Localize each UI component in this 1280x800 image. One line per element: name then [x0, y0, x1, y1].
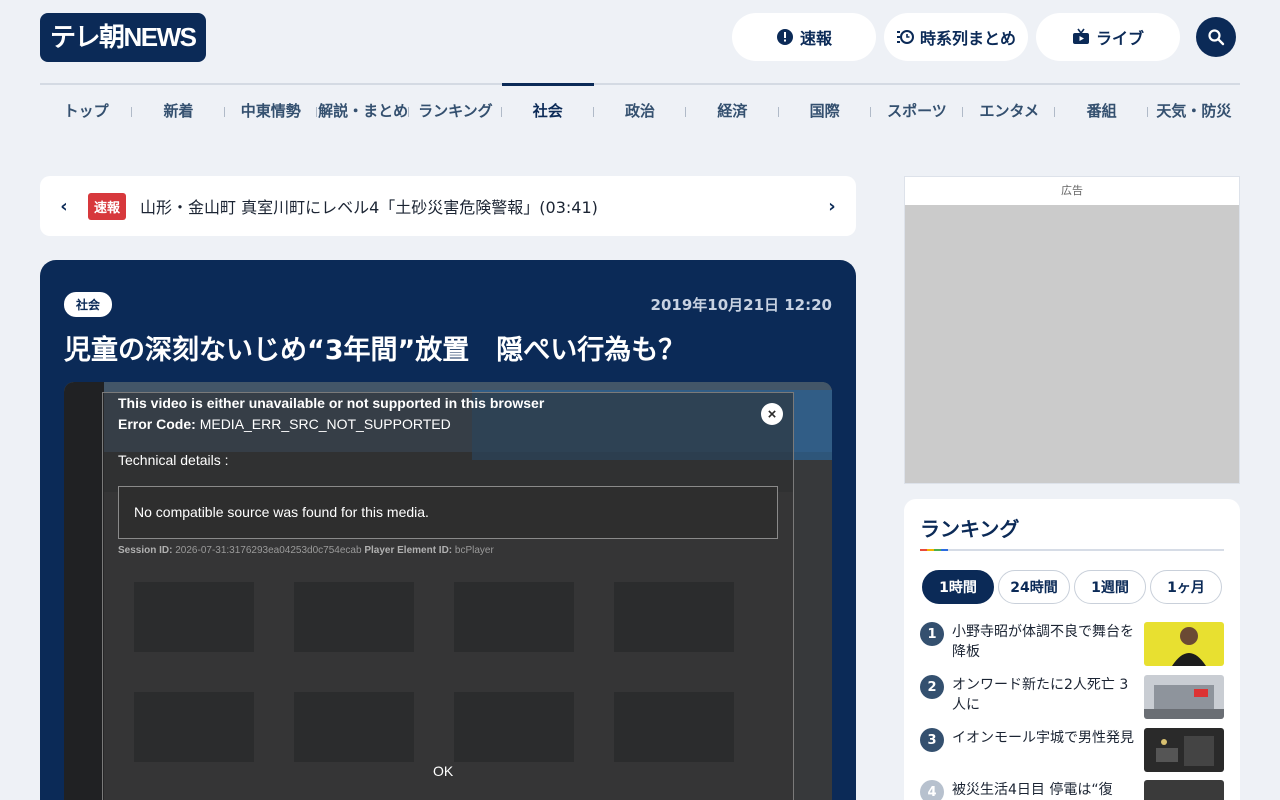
ticker-prev-button[interactable]: ‹: [40, 176, 88, 236]
session-id-label: Session ID:: [118, 545, 173, 556]
error-code-label: Error Code:: [118, 416, 196, 432]
error-message-box: No compatible source was found for this …: [118, 486, 778, 539]
technical-details-label: Technical details :: [118, 452, 229, 468]
alert-circle-icon: [776, 28, 794, 46]
video-error-dialog: This video is either unavailable or not …: [102, 392, 794, 800]
search-icon: [1208, 29, 1225, 46]
close-icon[interactable]: ×: [761, 403, 783, 425]
ranking-panel: ランキング 1時間 24時間 1週間 1ヶ月 1 小野寺昭が体調不良で舞台を降板…: [904, 499, 1240, 800]
breaking-news-label: 速報: [799, 29, 832, 48]
nav-item-explainers[interactable]: 解説・まとめ: [317, 85, 410, 135]
ranking-headline[interactable]: 小野寺昭が体調不良で舞台を降板: [952, 622, 1136, 662]
nav-item-international[interactable]: 国際: [779, 85, 872, 135]
error-message: No compatible source was found for this …: [134, 504, 429, 520]
site-logo[interactable]: テレ朝NEWS: [40, 13, 206, 62]
ranking-tab-1m[interactable]: 1ヶ月: [1150, 570, 1222, 604]
ranking-headline[interactable]: オンワード新たに2人死亡 3人に: [952, 675, 1136, 715]
ranking-thumbnail[interactable]: [1144, 622, 1224, 666]
ranking-headline[interactable]: イオンモール宇城で男性発見: [952, 728, 1136, 748]
player-id-label: Player Element ID:: [364, 545, 453, 556]
live-label: ライブ: [1095, 29, 1144, 48]
ranking-item[interactable]: 1 小野寺昭が体調不良で舞台を降板: [920, 622, 1224, 668]
ad-label: 広告: [1061, 184, 1083, 197]
nav-item-entertainment[interactable]: エンタメ: [963, 85, 1056, 135]
article-date: 2019年10月21日 12:20: [650, 296, 832, 314]
timeline-button[interactable]: 時系列まとめ: [884, 13, 1028, 61]
nav-item-weather[interactable]: 天気・防災: [1148, 85, 1240, 135]
category-badge[interactable]: 社会: [64, 292, 113, 317]
ranking-tab-1w[interactable]: 1週間: [1074, 570, 1146, 604]
nav-item-middle-east[interactable]: 中東情勢: [225, 85, 318, 135]
video-player[interactable]: This video is either unavailable or not …: [64, 382, 832, 800]
ranking-tab-24h[interactable]: 24時間: [998, 570, 1070, 604]
search-button[interactable]: [1196, 17, 1236, 57]
ranking-thumbnail[interactable]: [1144, 675, 1224, 719]
session-info: Session ID: 2026-07-31:3176293ea04253d0c…: [118, 545, 494, 556]
live-button[interactable]: ライブ: [1036, 13, 1180, 61]
tv-live-icon: [1072, 28, 1090, 46]
main-nav: トップ 新着 中東情勢 解説・まとめ ランキング 社会 政治 経済 国際 スポー…: [40, 83, 1240, 135]
ranking-thumbnail[interactable]: [1144, 780, 1224, 800]
nav-item-economy[interactable]: 経済: [686, 85, 779, 135]
ranking-item[interactable]: 3 イオンモール宇城で男性発見: [920, 728, 1224, 774]
ranking-divider-accent: [920, 549, 948, 551]
ranking-title: ランキング: [920, 517, 1020, 541]
article-title: 児童の深刻ないじめ“3年間”放置 隠ぺい行為も？: [64, 335, 686, 366]
nav-item-politics[interactable]: 政治: [594, 85, 687, 135]
nav-item-society[interactable]: 社会: [501, 83, 595, 135]
ad-placeholder[interactable]: [905, 205, 1239, 483]
timeline-icon: [896, 28, 914, 46]
breaking-headline[interactable]: 山形・金山町 真室川町にレベル4「土砂災害危険警報」(03:41): [140, 194, 808, 218]
nav-item-programs[interactable]: 番組: [1055, 85, 1149, 135]
ranking-thumbnail[interactable]: [1144, 728, 1224, 772]
error-code-value: MEDIA_ERR_SRC_NOT_SUPPORTED: [199, 416, 451, 432]
error-code: Error Code: MEDIA_ERR_SRC_NOT_SUPPORTED: [118, 416, 451, 432]
ranking-number: 4: [920, 780, 944, 800]
ticker-next-button[interactable]: ›: [808, 176, 856, 236]
ranking-item[interactable]: 4 被災生活4日目 停電は“復: [920, 780, 1224, 800]
ranking-number: 3: [920, 728, 944, 752]
nav-item-new[interactable]: 新着: [132, 85, 225, 135]
breaking-news-button[interactable]: 速報: [732, 13, 876, 61]
breaking-news-ticker: ‹ 速報 山形・金山町 真室川町にレベル4「土砂災害危険警報」(03:41) ›: [40, 176, 856, 236]
error-heading: This video is either unavailable or not …: [118, 395, 545, 411]
player-id-value: bcPlayer: [454, 545, 494, 556]
breaking-badge: 速報: [88, 192, 127, 220]
article-card: 社会 2019年10月21日 12:20 児童の深刻ないじめ“3年間”放置 隠ぺ…: [40, 260, 856, 800]
ranking-item[interactable]: 2 オンワード新たに2人死亡 3人に: [920, 675, 1224, 721]
session-id-value: 2026-07-31:3176293ea04253d0c754ecab: [175, 545, 362, 556]
timeline-label: 時系列まとめ: [919, 29, 1016, 48]
nav-item-top[interactable]: トップ: [40, 85, 133, 135]
ranking-headline[interactable]: 被災生活4日目 停電は“復: [952, 780, 1136, 800]
ranking-number: 2: [920, 675, 944, 699]
ok-button[interactable]: OK: [433, 763, 453, 779]
ranking-divider: [920, 549, 1224, 551]
nav-item-ranking[interactable]: ランキング: [409, 85, 502, 135]
ranking-number: 1: [920, 622, 944, 646]
ranking-tab-1h[interactable]: 1時間: [922, 570, 994, 604]
nav-item-sports[interactable]: スポーツ: [871, 85, 964, 135]
ad-slot: 広告: [904, 176, 1240, 484]
